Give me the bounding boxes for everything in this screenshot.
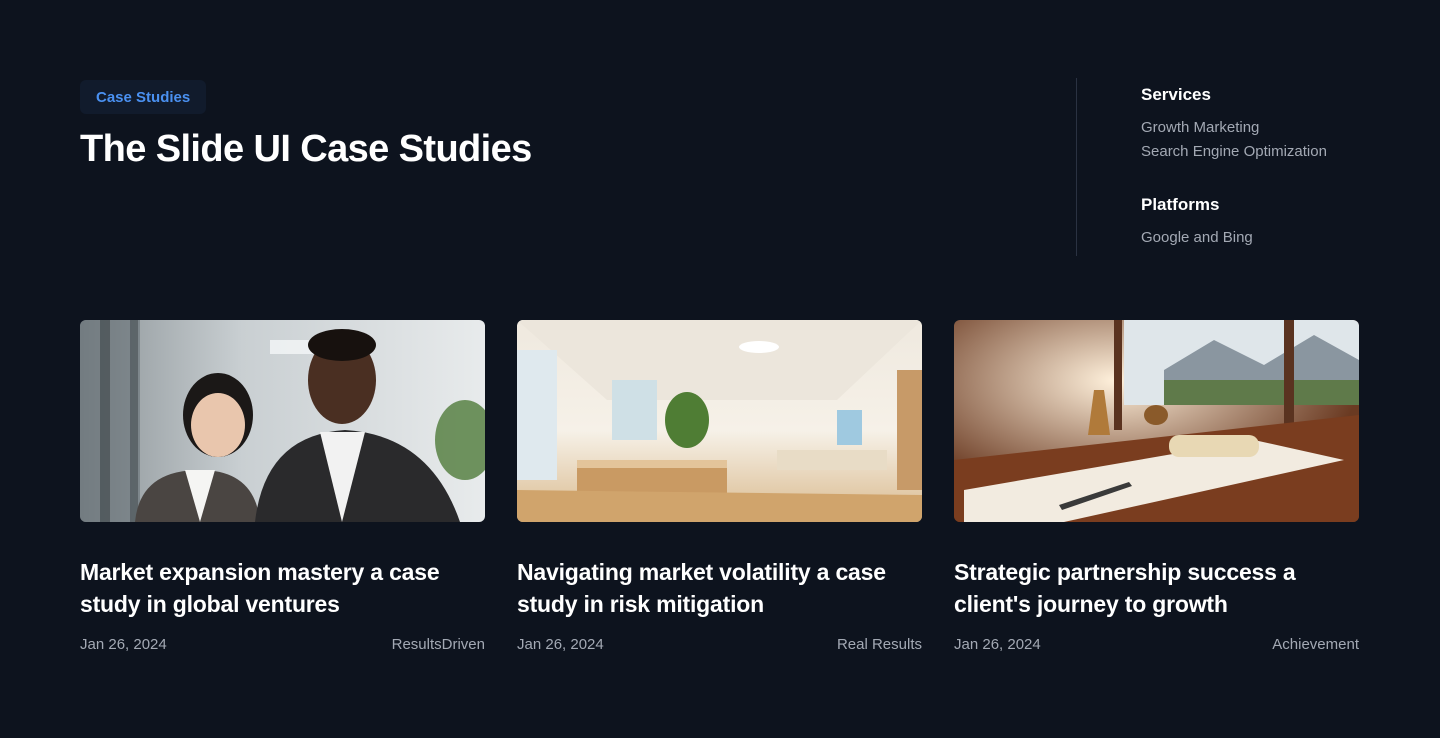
card-title[interactable]: Market expansion mastery a case study in…	[80, 556, 485, 620]
case-study-list: Market expansion mastery a case study in…	[80, 320, 1359, 653]
vertical-divider	[1076, 78, 1077, 256]
services-group: Services Growth Marketing Search Engine …	[1141, 84, 1421, 164]
page-title: The Slide UI Case Studies	[80, 128, 532, 170]
section-badge: Case Studies	[80, 80, 207, 114]
card-date: Jan 26, 2024	[80, 636, 167, 653]
office-interior-photo[interactable]	[517, 320, 922, 522]
services-heading: Services	[1141, 85, 1211, 104]
card-tag: ResultsDriven	[391, 636, 485, 653]
card-title[interactable]: Navigating market volatility a case stud…	[517, 556, 922, 620]
platforms-heading: Platforms	[1141, 195, 1220, 214]
platforms-group: Platforms Google and Bing	[1141, 194, 1421, 250]
card-footer: Jan 26, 2024 Real Results	[517, 636, 922, 653]
card-footer: Jan 26, 2024 ResultsDriven	[80, 636, 485, 653]
case-study-card[interactable]: Strategic partnership success a client's…	[954, 320, 1359, 653]
meta-panel: Services Growth Marketing Search Engine …	[1141, 84, 1421, 280]
business-people-photo[interactable]	[80, 320, 485, 522]
case-study-card[interactable]: Market expansion mastery a case study in…	[80, 320, 485, 653]
case-study-card[interactable]: Navigating market volatility a case stud…	[517, 320, 922, 653]
desk-document-photo[interactable]	[954, 320, 1359, 522]
card-tag: Achievement	[1272, 636, 1359, 653]
card-date: Jan 26, 2024	[954, 636, 1041, 653]
card-footer: Jan 26, 2024 Achievement	[954, 636, 1359, 653]
service-item: Search Engine Optimization	[1141, 143, 1327, 160]
card-title[interactable]: Strategic partnership success a client's…	[954, 556, 1359, 620]
service-item: Growth Marketing	[1141, 119, 1260, 136]
card-date: Jan 26, 2024	[517, 636, 604, 653]
platform-item: Google and Bing	[1141, 229, 1253, 246]
case-studies-section: Case Studies The Slide UI Case Studies S…	[0, 0, 1440, 738]
card-tag: Real Results	[836, 636, 922, 653]
